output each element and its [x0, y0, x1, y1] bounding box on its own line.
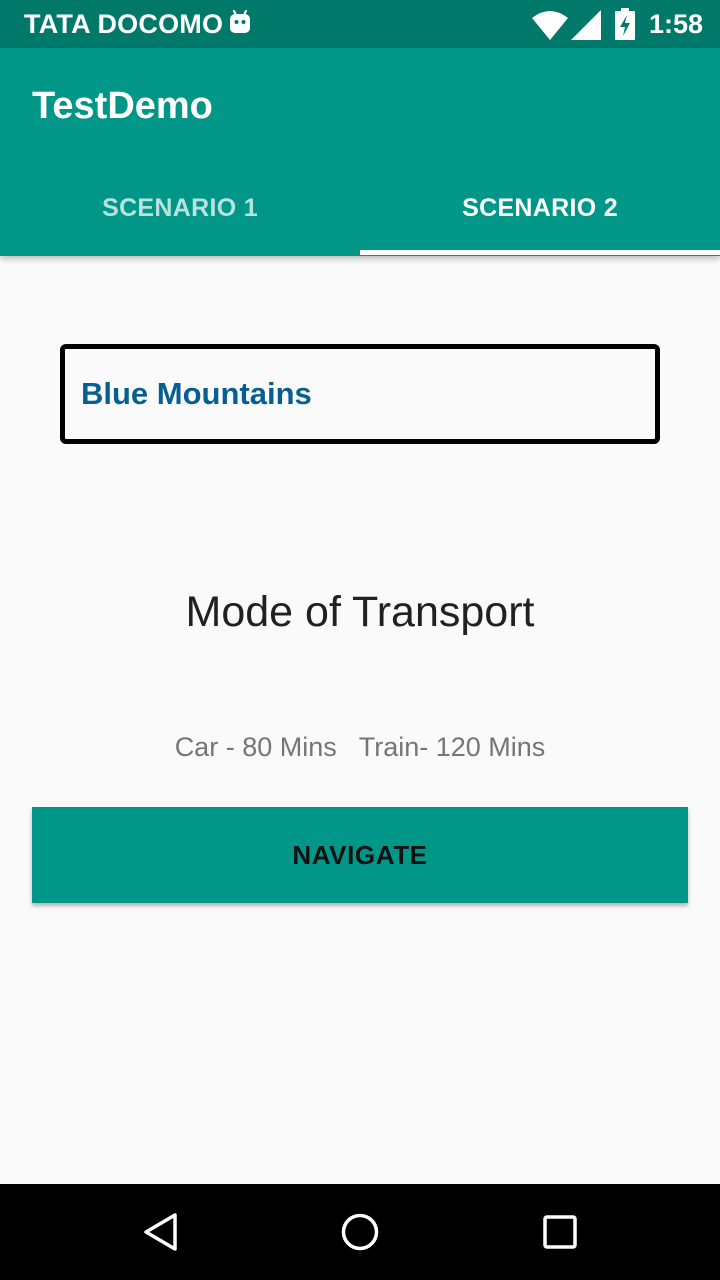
recents-icon[interactable]: [540, 1212, 580, 1252]
battery-charging-icon: [615, 8, 635, 40]
tab-scenario-2[interactable]: SCENARIO 2: [360, 160, 720, 256]
back-icon[interactable]: [141, 1212, 181, 1252]
carrier-name: TATA DOCOMO: [24, 9, 224, 39]
signal-icon: [571, 10, 601, 40]
destination-text: Blue Mountains: [81, 376, 312, 411]
home-icon[interactable]: [340, 1212, 380, 1252]
app-title: TestDemo: [32, 85, 213, 127]
android-icon: [230, 10, 250, 33]
clock: 1:58: [649, 9, 704, 39]
status-bar: TATA DOCOMO 1:58: [0, 0, 720, 48]
app-bar: TestDemo SCENARIO 1 SCENARIO 2: [0, 48, 720, 256]
travel-times: Car - 80 Mins Train- 120 Mins: [174, 732, 546, 762]
wifi-icon: [532, 11, 568, 40]
tab-scenario-1[interactable]: SCENARIO 1: [0, 160, 360, 256]
mode-of-transport-heading: Mode of Transport: [185, 588, 535, 636]
navigate-button[interactable]: NAVIGATE: [32, 807, 688, 903]
destination-field[interactable]: Blue Mountains: [60, 344, 660, 444]
tab-indicator: [360, 250, 720, 255]
